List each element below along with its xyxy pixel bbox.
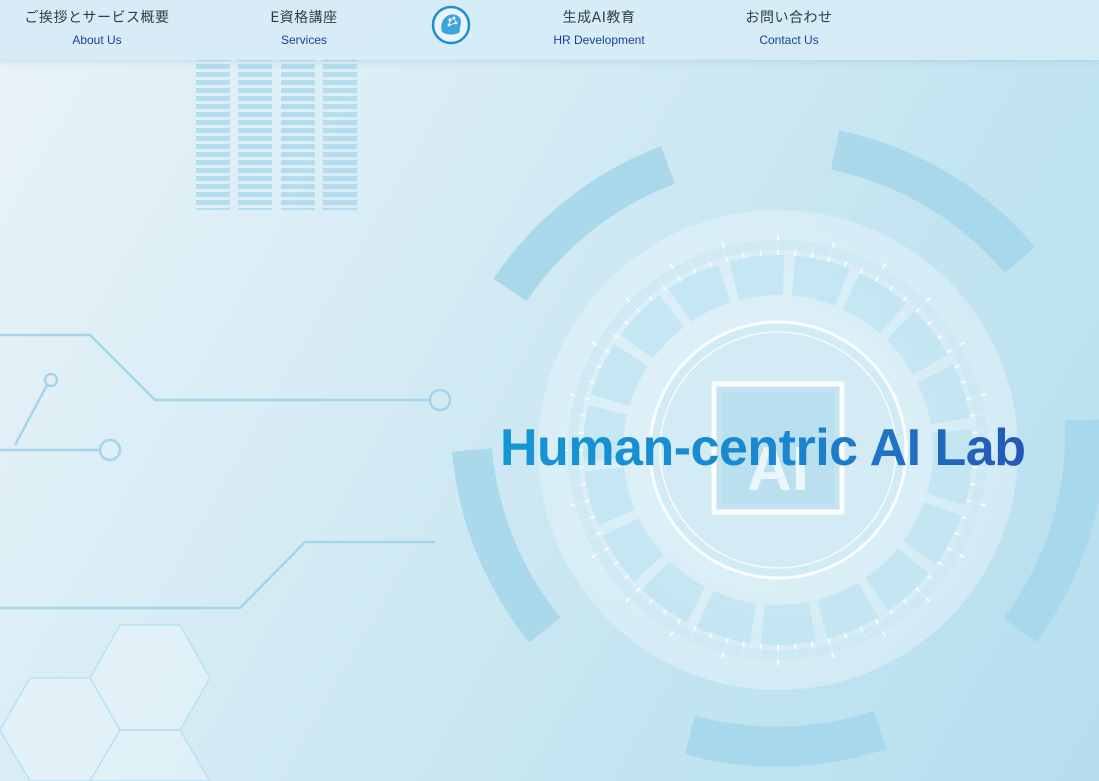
nav-item-about[interactable]: ご挨拶とサービス概要 About Us (16, 8, 178, 48)
hexagon-decoration (0, 624, 211, 781)
brain-head-logo-icon[interactable] (430, 4, 472, 46)
top-navigation-bar: ご挨拶とサービス概要 About Us E資格講座 Services 生成AI教… (0, 0, 1099, 60)
nav-contact-en-label: Contact Us (759, 33, 819, 47)
nav-about-jp-label: ご挨拶とサービス概要 (24, 10, 170, 26)
circuit-lines-decoration (0, 333, 452, 610)
nav-item-hr-development[interactable]: 生成AI教育 HR Development (540, 8, 658, 48)
nav-item-contact[interactable]: お問い合わせ Contact Us (736, 8, 842, 48)
nav-contact-jp-label: お問い合わせ (745, 10, 833, 26)
nav-services-jp-label: E資格講座 (270, 10, 338, 26)
nav-hr-en-label: HR Development (553, 33, 645, 47)
nav-hr-jp-label: 生成AI教育 (562, 10, 636, 26)
hero-background: AI (0, 60, 1099, 781)
nav-item-services[interactable]: E資格講座 Services (254, 8, 354, 48)
nav-services-en-label: Services (280, 33, 327, 47)
hero-title: Human-centric AI Lab (500, 419, 1026, 477)
striped-bars-decoration (196, 60, 357, 210)
nav-about-en-label: About Us (72, 33, 122, 47)
